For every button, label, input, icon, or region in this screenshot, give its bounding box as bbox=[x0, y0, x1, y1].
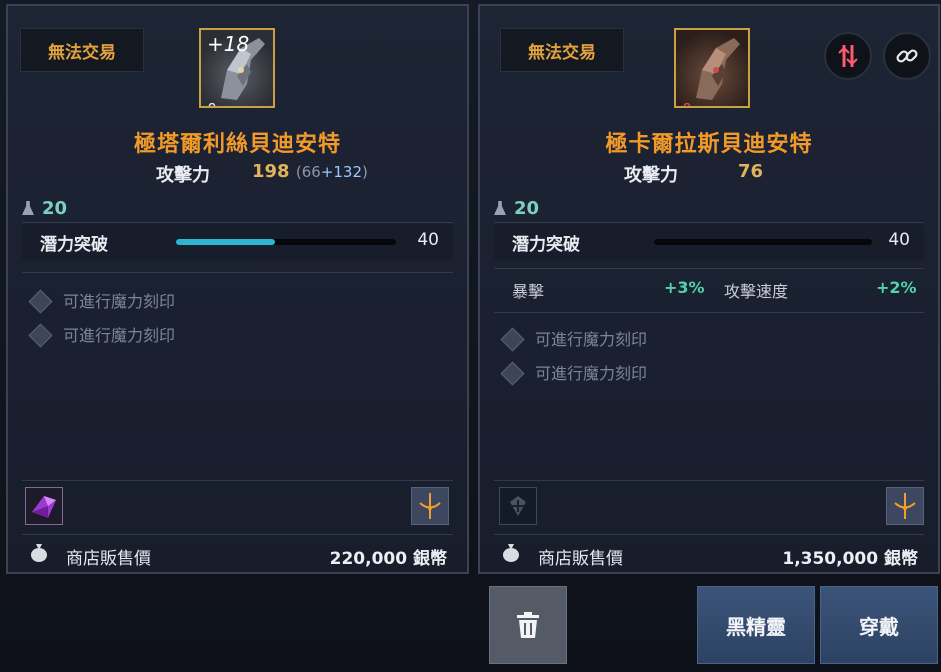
sword-slot[interactable] bbox=[411, 487, 449, 525]
diamond-icon bbox=[28, 289, 53, 314]
potential-bar bbox=[654, 239, 872, 245]
attack-label: 攻擊力 bbox=[156, 165, 210, 186]
attack-label: 攻擊力 bbox=[624, 165, 678, 186]
shop-price-label: 商店販售價 bbox=[66, 549, 151, 569]
divider bbox=[494, 222, 924, 223]
divider bbox=[22, 534, 453, 535]
shop-price-value: 1,350,000 銀幣 bbox=[782, 549, 918, 569]
shop-price-row: 商店販售價 220,000 銀幣 bbox=[22, 536, 453, 572]
untradable-tag: 無法交易 bbox=[20, 28, 144, 72]
compare-icon bbox=[838, 45, 858, 67]
equip-button[interactable]: 穿戴 bbox=[820, 586, 938, 664]
attack-value: 198 (66+132) bbox=[252, 161, 368, 182]
attack-breakdown: (66+132) bbox=[295, 163, 368, 181]
gauntlet-icon[interactable] bbox=[674, 28, 750, 108]
engrave-label: 可進行魔力刻印 bbox=[63, 326, 176, 345]
item-level-value: 20 bbox=[514, 198, 540, 219]
untradable-tag: 無法交易 bbox=[500, 28, 624, 72]
potential-row: 潛力突破 40 bbox=[22, 224, 453, 260]
engrave-label: 可進行魔力刻印 bbox=[63, 292, 176, 311]
engrave-slot[interactable]: 可進行魔力刻印 bbox=[500, 360, 648, 386]
flask-icon bbox=[494, 201, 506, 215]
engrave-slot[interactable]: 可進行魔力刻印 bbox=[28, 322, 176, 348]
potential-value: 40 bbox=[888, 230, 910, 250]
divider bbox=[22, 272, 453, 273]
sword-slot[interactable] bbox=[886, 487, 924, 525]
money-bag-icon bbox=[503, 544, 519, 562]
empty-crystal-icon bbox=[510, 496, 526, 516]
sword-icon bbox=[894, 493, 916, 519]
money-bag-icon bbox=[31, 544, 47, 562]
potential-label: 潛力突破 bbox=[40, 235, 108, 255]
stat-attack-speed-label: 攻擊速度 bbox=[724, 282, 789, 301]
enhance-level: +18 bbox=[207, 32, 250, 56]
potential-value: 40 bbox=[417, 230, 439, 250]
divider bbox=[494, 534, 924, 535]
item-level-value: 20 bbox=[42, 198, 68, 219]
attack-base: 66 bbox=[301, 163, 321, 181]
attack-value: 76 bbox=[738, 161, 764, 182]
gauntlet-icon[interactable]: +18 bbox=[199, 28, 275, 108]
potential-row: 潛力突破 40 bbox=[494, 224, 924, 260]
stat-crit-label: 暴擊 bbox=[512, 282, 545, 301]
shop-price-row: 商店販售價 1,350,000 銀幣 bbox=[494, 536, 924, 572]
divider bbox=[22, 222, 453, 223]
potential-bar bbox=[176, 239, 396, 245]
crystal-slot[interactable] bbox=[25, 487, 63, 525]
delete-button[interactable] bbox=[489, 586, 567, 664]
engrave-label: 可進行魔力刻印 bbox=[535, 330, 648, 349]
divider bbox=[494, 268, 924, 269]
stat-attack-speed-value: +2% bbox=[876, 278, 917, 297]
item-level: 20 bbox=[494, 198, 539, 219]
engrave-label: 可進行魔力刻印 bbox=[535, 364, 648, 383]
item-tooltip-left: 無法交易 +18 極塔爾利絲貝迪安特 攻擊力 198 (66+132) 20 潛… bbox=[6, 4, 469, 574]
attack-bonus: +132 bbox=[320, 163, 363, 181]
compare-button[interactable] bbox=[824, 32, 872, 80]
item-level: 20 bbox=[22, 198, 67, 219]
dark-elf-button[interactable]: 黑精靈 bbox=[697, 586, 815, 664]
crystal-slot-empty[interactable] bbox=[499, 487, 537, 525]
diamond-icon bbox=[500, 361, 525, 386]
stat-crit-value: +3% bbox=[664, 278, 705, 297]
engrave-slot[interactable]: 可進行魔力刻印 bbox=[28, 288, 176, 314]
potential-label: 潛力突破 bbox=[512, 235, 580, 255]
link-button[interactable] bbox=[883, 32, 931, 80]
diamond-icon bbox=[500, 327, 525, 352]
item-name: 極卡爾拉斯貝迪安特 bbox=[605, 132, 813, 157]
attack-total: 198 bbox=[252, 161, 290, 182]
trash-icon bbox=[517, 612, 539, 638]
divider bbox=[494, 480, 924, 481]
item-name: 極塔爾利絲貝迪安特 bbox=[133, 132, 341, 157]
diamond-icon bbox=[28, 323, 53, 348]
shop-price-value: 220,000 銀幣 bbox=[329, 549, 447, 569]
flask-icon bbox=[22, 201, 34, 215]
engrave-slot[interactable]: 可進行魔力刻印 bbox=[500, 326, 648, 352]
divider bbox=[494, 312, 924, 313]
potential-bar-fill bbox=[176, 239, 275, 245]
crystal-icon bbox=[32, 496, 56, 518]
item-tooltip-right: 無法交易 極卡爾拉斯貝迪安特 攻擊力 76 20 潛力突破 40 暴擊 +3% … bbox=[478, 4, 940, 574]
divider bbox=[22, 480, 453, 481]
link-icon bbox=[896, 49, 918, 63]
sword-icon bbox=[419, 493, 441, 519]
shop-price-label: 商店販售價 bbox=[538, 549, 623, 569]
